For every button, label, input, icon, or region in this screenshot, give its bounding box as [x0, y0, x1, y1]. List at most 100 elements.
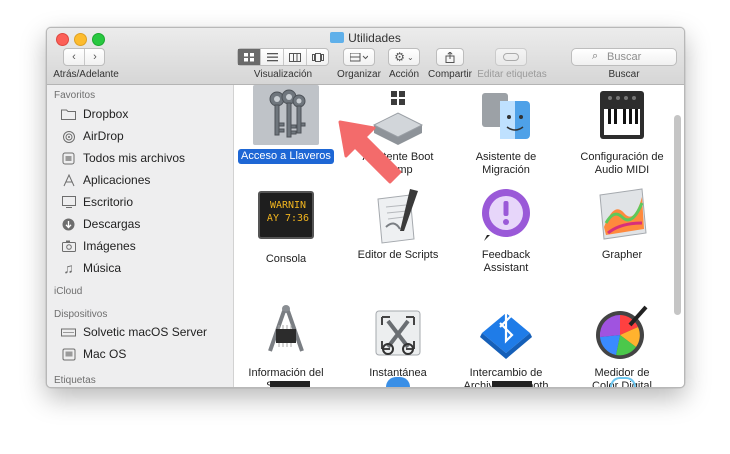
- sidebar-item-label: Escritorio: [83, 195, 134, 209]
- arrange-icon-wrap: [344, 49, 374, 65]
- view-switcher: [237, 48, 329, 66]
- action-label: Acción: [388, 69, 419, 80]
- app-label: Acceso a Llaveros: [238, 149, 334, 164]
- sidebar-item-label: Música: [83, 261, 122, 275]
- search-label: Buscar: [608, 69, 640, 80]
- midi-icon: [590, 85, 654, 149]
- app-item-system-info[interactable]: Información del Sistema: [234, 301, 338, 387]
- back-button[interactable]: ‹: [64, 49, 85, 65]
- app-label: Consola: [265, 253, 307, 265]
- search-icon: ⌕: [592, 50, 599, 62]
- app-item-keychain[interactable]: Acceso a Llaveros: [234, 85, 338, 164]
- annotation-arrow: [338, 120, 402, 184]
- app-label: Editor de Scripts: [357, 249, 439, 261]
- sidebar-item-macos-disk[interactable]: Mac OS: [61, 344, 126, 364]
- airdrop-icon: [61, 130, 76, 143]
- forward-button[interactable]: ›: [85, 49, 105, 65]
- app-item-console[interactable]: WARNIN AY 7:36 Consola: [234, 183, 338, 266]
- arrange-label: Organizar: [337, 69, 381, 80]
- sidebar-item-applications[interactable]: Aplicaciones: [61, 170, 150, 190]
- sidebar-item-desktop[interactable]: Escritorio: [61, 192, 133, 212]
- bluetooth-icon: [474, 301, 538, 365]
- app-item-color-meter[interactable]: Medidor de Color Digital: [570, 301, 674, 387]
- pictures-icon: [61, 240, 76, 253]
- list-icon: [266, 52, 278, 61]
- app-item-audio-midi[interactable]: Configuración de Audio MIDI: [570, 85, 674, 177]
- sidebar-item-server[interactable]: Solvetic macOS Server: [61, 322, 207, 342]
- sidebar-item-downloads[interactable]: Descargas: [61, 214, 140, 234]
- sidebar-item-label: Todos mis archivos: [83, 151, 186, 165]
- system-info-icon: [254, 301, 318, 365]
- window-title: Utilidades: [47, 31, 684, 45]
- arrange-icon: [350, 52, 368, 61]
- finder-window: Utilidades ‹ › Atrás/Adelante Visualizac…: [46, 27, 685, 388]
- app-label: Grapher: [601, 249, 643, 261]
- icon-view-button[interactable]: [238, 49, 261, 65]
- action-button[interactable]: ⚙ ⌄: [388, 48, 420, 66]
- app-label: Feedback Assistant: [481, 249, 531, 274]
- view-label: Visualización: [253, 69, 313, 80]
- tag-icon-wrap: [496, 49, 526, 65]
- grab-icon: [366, 301, 430, 365]
- sidebar: Favoritos Dropbox AirDrop Todos mis arch…: [47, 85, 234, 387]
- share-icon-wrap: [437, 49, 463, 65]
- app-item-migration[interactable]: Asistente de Migración: [454, 85, 558, 177]
- nav-label: Atrás/Adelante: [53, 69, 119, 80]
- search-field[interactable]: ⌕ Buscar: [571, 48, 677, 66]
- sidebar-item-all-files[interactable]: Todos mis archivos: [61, 148, 185, 168]
- action-icon-wrap: ⚙ ⌄: [389, 49, 419, 65]
- app-item-partial[interactable]: [610, 377, 636, 387]
- app-item-script-editor[interactable]: Editor de Scripts: [346, 183, 450, 262]
- app-item-feedback[interactable]: Feedback Assistant: [454, 183, 558, 275]
- search-input[interactable]: Buscar: [607, 51, 641, 63]
- sidebar-item-label: Aplicaciones: [83, 173, 151, 187]
- script-editor-icon: [366, 183, 430, 247]
- tag-icon: [503, 53, 519, 61]
- cover-flow-button[interactable]: [307, 49, 329, 65]
- edit-tags-label: Editar etiquetas: [477, 69, 547, 80]
- app-item-grab[interactable]: Instantánea: [346, 301, 450, 380]
- list-view-button[interactable]: [261, 49, 284, 65]
- scrollbar[interactable]: [674, 115, 681, 315]
- console-screen-text: WARNIN AY 7:36: [266, 200, 310, 224]
- sidebar-header-icloud: iCloud: [54, 286, 83, 297]
- downloads-icon: [61, 218, 76, 231]
- cover-flow-icon: [312, 52, 324, 62]
- sidebar-item-label: Imágenes: [83, 239, 136, 253]
- app-item-bluetooth-exchange[interactable]: Intercambio de Archivo...luetooth: [454, 301, 558, 387]
- sidebar-header-tags: Etiquetas: [54, 375, 96, 386]
- sidebar-item-label: Dropbox: [83, 107, 129, 121]
- app-label: Asistente de Migración: [475, 151, 537, 176]
- app-item-grapher[interactable]: Grapher: [570, 183, 674, 262]
- migration-icon: [474, 85, 538, 149]
- sidebar-item-dropbox[interactable]: Dropbox: [61, 104, 128, 124]
- sidebar-item-label: Solvetic macOS Server: [83, 325, 208, 339]
- column-view-button[interactable]: [284, 49, 307, 65]
- gear-icon: ⚙: [394, 50, 406, 64]
- disk-icon: [61, 348, 76, 361]
- arrange-button[interactable]: [343, 48, 375, 66]
- nav-buttons: ‹ ›: [63, 48, 105, 66]
- sidebar-header-favorites: Favoritos: [54, 90, 96, 101]
- console-icon: WARNIN AY 7:36: [258, 191, 314, 239]
- sidebar-item-label: Mac OS: [83, 347, 127, 361]
- app-label: Configuración de Audio MIDI: [580, 151, 664, 176]
- edit-tags-button[interactable]: [495, 48, 527, 66]
- file-grid: Acceso a Llaveros Asistente Boot Camp: [234, 85, 684, 387]
- sidebar-item-music[interactable]: ♫ Música: [61, 258, 121, 278]
- share-button[interactable]: [436, 48, 464, 66]
- sidebar-header-devices: Dispositivos: [54, 309, 108, 320]
- app-item-partial[interactable]: [386, 377, 410, 387]
- columns-icon: [289, 52, 301, 62]
- grapher-icon: [590, 183, 654, 247]
- music-icon: ♫: [63, 260, 74, 276]
- sidebar-item-airdrop[interactable]: AirDrop: [61, 126, 124, 146]
- icon-grid-icon: [243, 52, 254, 61]
- computer-icon: [61, 326, 76, 339]
- all-files-icon: [61, 152, 76, 165]
- sidebar-item-pictures[interactable]: Imágenes: [61, 236, 136, 256]
- app-item-partial[interactable]: [270, 381, 310, 387]
- keychain-icon: [253, 85, 319, 145]
- feedback-icon: [474, 183, 538, 247]
- app-item-partial[interactable]: [492, 381, 532, 387]
